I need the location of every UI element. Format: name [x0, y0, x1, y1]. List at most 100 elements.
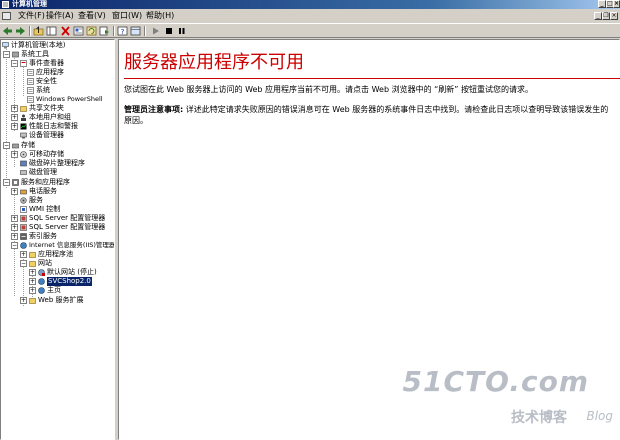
collapse-icon[interactable]: − — [11, 242, 18, 249]
device-manager-icon — [20, 132, 27, 139]
tree-item-label: Internet 信息服务(IIS)管理器 — [29, 241, 115, 249]
close-icon[interactable]: × — [613, 0, 620, 8]
child-close-icon[interactable]: × — [610, 12, 618, 20]
tree-item-label: 可移动存储 — [29, 150, 64, 158]
title-bar[interactable]: 计算机管理 _ □ × — [0, 0, 620, 9]
tree-item-label: Windows PowerShell — [36, 95, 103, 103]
tree-connector-lines — [6, 49, 33, 306]
expand-icon[interactable]: + — [29, 269, 36, 276]
watermark-blog: Blog — [586, 409, 613, 423]
tree-item-label: 主页 — [47, 286, 61, 294]
computer-icon — [2, 42, 9, 49]
log-icon — [27, 87, 34, 94]
toolbar-separator — [113, 26, 115, 36]
iis-icon — [20, 242, 27, 249]
export-icon[interactable] — [99, 26, 110, 36]
tree-item-label: 性能日志和警报 — [29, 122, 78, 130]
collapse-icon[interactable]: − — [3, 142, 10, 149]
expand-icon[interactable]: + — [11, 151, 18, 158]
tree-item-label: 存储 — [21, 141, 35, 149]
up-icon[interactable] — [33, 26, 44, 36]
minimize-icon[interactable]: _ — [598, 0, 606, 8]
tree-item-label: 磁盘碎片整理程序 — [29, 159, 85, 167]
tree-item-label: 设备管理器 — [29, 131, 64, 139]
shared-folder-icon — [20, 106, 27, 112]
menu-help[interactable]: 帮助(H) — [144, 10, 176, 22]
tree-item-label: SQL Server 配置管理器 — [29, 223, 106, 231]
tree-item-label: 服务和应用程序 — [21, 178, 70, 186]
tree-item-label: 索引服务 — [29, 232, 57, 240]
admin-note-text: 详述此特定请求失败原因的错误消息可在 Web 服务器的系统事件日志中找到。请检查… — [124, 105, 609, 125]
collapse-icon[interactable]: − — [3, 179, 10, 186]
toolbar-separator — [29, 26, 31, 36]
folder-icon — [29, 298, 36, 304]
delete-icon[interactable] — [60, 26, 71, 36]
menu-action[interactable]: 操作(A) — [44, 10, 76, 22]
folder-icon — [29, 252, 36, 258]
website-stopped-icon — [38, 269, 45, 276]
expand-icon[interactable]: + — [11, 224, 18, 231]
collapse-icon[interactable]: − — [3, 51, 10, 58]
tree-item-label: 系统 — [36, 86, 50, 94]
tools-icon — [12, 51, 19, 58]
admin-note-label: 管理员注意事项: — [124, 105, 184, 114]
website-icon — [38, 287, 45, 294]
menu-window[interactable]: 窗口(W) — [110, 10, 144, 22]
tree-item-label: 事件查看器 — [29, 59, 64, 67]
expand-icon[interactable]: + — [11, 114, 18, 121]
menu-view[interactable]: 查看(V) — [76, 10, 108, 22]
pause-icon[interactable] — [176, 26, 187, 36]
disk-icon — [20, 170, 27, 175]
child-minimize-icon[interactable]: _ — [594, 12, 602, 20]
folder-icon — [29, 261, 36, 267]
event-viewer-icon — [20, 60, 27, 67]
services-apps-icon — [12, 179, 19, 186]
storage-icon — [12, 143, 19, 149]
phone-icon — [20, 189, 27, 195]
help-icon[interactable]: ? — [117, 26, 128, 36]
expand-icon[interactable]: + — [11, 123, 18, 130]
expand-icon[interactable]: + — [11, 105, 18, 112]
title-divider — [124, 78, 620, 79]
log-icon — [27, 96, 34, 103]
stop-icon[interactable] — [163, 26, 174, 36]
expand-icon[interactable]: + — [20, 251, 27, 258]
tree-item-label: SVCShop2.0 — [47, 277, 92, 286]
watermark: 51CTO.com 技术博客 Blog — [403, 365, 613, 431]
menu-file[interactable]: 文件(F) — [16, 10, 47, 22]
toolbar: ? — [0, 23, 620, 38]
expand-icon[interactable]: + — [29, 278, 36, 285]
sql-icon — [20, 215, 27, 222]
log-icon — [27, 78, 34, 85]
expand-icon[interactable]: + — [11, 188, 18, 195]
forward-icon[interactable] — [15, 26, 26, 36]
back-icon[interactable] — [2, 26, 13, 36]
tree-item-label: SQL Server 配置管理器 — [29, 214, 106, 222]
expand-icon[interactable]: + — [11, 233, 18, 240]
view-icon[interactable] — [130, 26, 141, 36]
expand-icon[interactable]: + — [29, 287, 36, 294]
services-icon — [20, 197, 27, 204]
performance-icon — [20, 123, 27, 130]
tree-item-label: 应用程序池 — [38, 250, 73, 258]
menu-bar: 文件(F) 操作(A) 查看(V) 窗口(W) 帮助(H) _ ❐ × — [0, 9, 620, 23]
play-icon[interactable] — [150, 26, 161, 36]
tree-item-label: Web 服务扩展 — [38, 296, 84, 304]
expand-icon[interactable]: + — [11, 215, 18, 222]
tree-item-label: 磁盘管理 — [29, 168, 57, 176]
tree-item-label: 系统工具 — [21, 50, 49, 58]
computer-management-icon — [2, 1, 9, 8]
expand-icon[interactable]: + — [20, 297, 27, 304]
tree-item-label: 安全性 — [36, 77, 57, 85]
properties-icon[interactable] — [73, 26, 84, 36]
system-menu-icon[interactable] — [2, 12, 11, 20]
refresh-icon[interactable] — [86, 26, 97, 36]
collapse-icon[interactable]: − — [20, 260, 27, 267]
admin-note: 管理员注意事项: 详述此特定请求失败原因的错误消息可在 Web 服务器的系统事件… — [124, 104, 614, 126]
child-restore-icon[interactable]: ❐ — [602, 12, 610, 20]
show-hide-tree-icon[interactable] — [46, 26, 57, 36]
collapse-icon[interactable]: − — [11, 60, 18, 67]
console-tree[interactable]: 计算机管理(本地) − 系统工具 − 事件查看器 应用程序 安全性 系统 Win… — [0, 39, 115, 440]
watermark-caption: 技术博客 — [511, 410, 567, 426]
tree-item-label: 计算机管理(本地) — [11, 41, 66, 49]
